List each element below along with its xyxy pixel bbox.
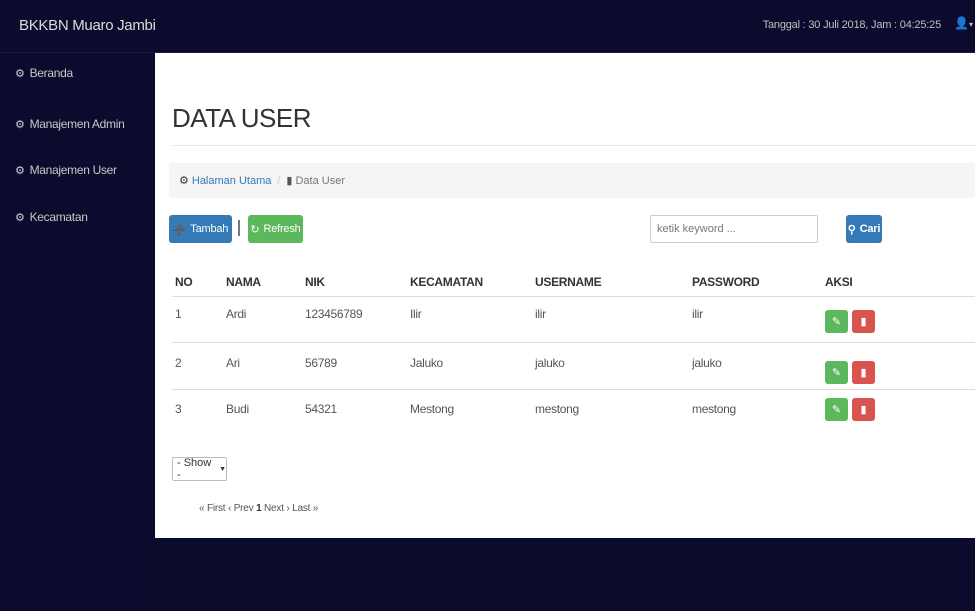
brand-title[interactable]: BKKBN Muaro Jambi <box>19 17 156 34</box>
sidebar-item-beranda[interactable]: ⚙ Beranda <box>15 66 73 80</box>
dashboard-icon: ⚙ <box>15 211 25 224</box>
cell-password: mestong <box>692 402 736 416</box>
dashboard-icon: ⚙ <box>15 67 25 80</box>
add-button-label: Tambah <box>190 223 229 235</box>
breadcrumb-separator: / <box>277 174 281 187</box>
cell-no: 1 <box>175 307 182 321</box>
show-select-value: - Show - <box>177 457 212 481</box>
cell-nama: Ardi <box>226 307 247 321</box>
edit-button[interactable]: ✎ <box>825 310 848 333</box>
cell-nik: 54321 <box>305 402 337 416</box>
sidebar-item-label: Beranda <box>29 66 74 80</box>
col-header-password: PASSWORD <box>692 275 760 289</box>
cell-no: 3 <box>175 402 182 416</box>
file-icon: ▮ <box>286 175 293 187</box>
search-input[interactable] <box>650 215 818 243</box>
col-header-nama: NAMA <box>226 275 261 289</box>
table-divider <box>172 389 975 390</box>
trash-icon: ▮ <box>860 367 867 379</box>
user-menu[interactable]: 👤▾ <box>954 16 973 30</box>
plus-circle-icon: ➕ <box>172 223 187 236</box>
cell-nama: Ari <box>226 356 240 370</box>
add-button[interactable]: ➕ Tambah <box>169 215 232 243</box>
search-button-label: Cari <box>859 223 881 235</box>
breadcrumb: ⚙ Halaman Utama / ▮ Data User <box>169 163 975 198</box>
delete-button[interactable]: ▮ <box>852 361 875 384</box>
pagination-next-link[interactable]: Next › <box>264 503 290 514</box>
sidebar-item-manajemen-admin[interactable]: ⚙ Manajemen Admin <box>15 117 125 131</box>
cell-nama: Budi <box>226 402 249 416</box>
sidebar-item-label: Manajemen Admin <box>29 117 125 131</box>
show-entries-select[interactable]: - Show - ▼ <box>172 457 227 481</box>
table-divider <box>172 342 975 343</box>
search-button[interactable]: ⚲ Cari <box>846 215 882 243</box>
col-header-kecamatan: KECAMATAN <box>410 275 483 289</box>
pagination-prev-link[interactable]: ‹ Prev <box>228 503 254 514</box>
breadcrumb-current: Data User <box>295 174 346 187</box>
cell-nik: 56789 <box>305 356 337 370</box>
pencil-icon: ✎ <box>831 367 842 379</box>
toolbar-divider <box>238 220 240 236</box>
pagination: « First ‹ Prev 1 Next › Last » <box>199 503 318 514</box>
cell-username: ilir <box>535 307 546 321</box>
col-header-username: USERNAME <box>535 275 602 289</box>
datetime-label: Tanggal : 30 Juli 2018, Jam : 04:25:25 <box>762 19 942 31</box>
cell-password: ilir <box>692 307 703 321</box>
delete-button[interactable]: ▮ <box>852 310 875 333</box>
edit-button[interactable]: ✎ <box>825 398 848 421</box>
pagination-last-link[interactable]: Last » <box>292 503 318 514</box>
col-header-aksi: AKSI <box>825 275 853 289</box>
cell-username: jaluko <box>535 356 565 370</box>
cell-username: mestong <box>535 402 579 416</box>
dashboard-icon: ⚙ <box>15 118 25 131</box>
cell-nik: 123456789 <box>305 307 363 321</box>
user-icon: 👤 <box>954 16 969 30</box>
table-divider <box>172 296 975 297</box>
col-header-nik: NIK <box>305 275 325 289</box>
col-header-no: NO <box>175 275 193 289</box>
refresh-icon: ↻ <box>250 223 260 236</box>
cell-no: 2 <box>175 356 182 370</box>
search-icon: ⚲ <box>847 223 856 236</box>
sidebar: ⚙ Beranda ⚙ Manajemen Admin ⚙ Manajemen … <box>0 53 155 611</box>
title-divider <box>172 145 975 146</box>
sidebar-item-kecamatan[interactable]: ⚙ Kecamatan <box>15 210 88 224</box>
main-content: DATA USER ⚙ Halaman Utama / ▮ Data User … <box>155 53 975 538</box>
cell-kecamatan: Mestong <box>410 402 454 416</box>
top-navbar: BKKBN Muaro Jambi Tanggal : 30 Juli 2018… <box>0 0 975 53</box>
pencil-icon: ✎ <box>831 316 842 328</box>
refresh-button-label: Refresh <box>263 223 301 235</box>
caret-down-icon: ▼ <box>219 465 226 473</box>
page-title: DATA USER <box>172 103 312 133</box>
trash-icon: ▮ <box>860 316 867 328</box>
dashboard-icon: ⚙ <box>15 164 25 177</box>
cell-kecamatan: Jaluko <box>410 356 443 370</box>
pencil-icon: ✎ <box>831 404 842 416</box>
cell-kecamatan: Ilir <box>410 307 422 321</box>
dashboard-icon: ⚙ <box>179 175 189 187</box>
delete-button[interactable]: ▮ <box>852 398 875 421</box>
edit-button[interactable]: ✎ <box>825 361 848 384</box>
refresh-button[interactable]: ↻ Refresh <box>248 215 303 243</box>
sidebar-item-label: Manajemen User <box>29 163 117 177</box>
cell-password: jaluko <box>692 356 722 370</box>
caret-down-icon: ▾ <box>968 20 973 29</box>
pagination-current-page[interactable]: 1 <box>256 503 262 514</box>
trash-icon: ▮ <box>860 404 867 416</box>
breadcrumb-home-link[interactable]: Halaman Utama <box>192 175 271 187</box>
pagination-first-link[interactable]: « First <box>199 503 226 514</box>
sidebar-item-label: Kecamatan <box>29 210 88 224</box>
sidebar-item-manajemen-user[interactable]: ⚙ Manajemen User <box>15 163 117 177</box>
